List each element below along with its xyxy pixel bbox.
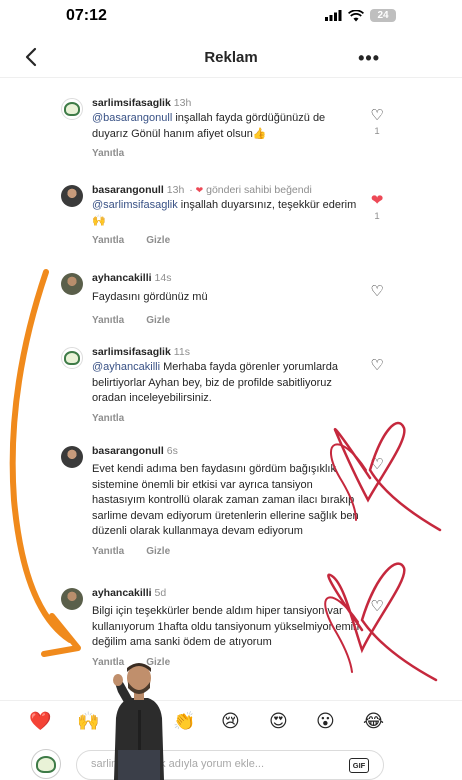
emoji-reaction-bar: ❤️ 🙌 🔥 👏 😢 😍 😮 😂 (0, 700, 462, 740)
comment-body: sarlimsifasaglik 13h @basarangonull inşal… (92, 96, 362, 159)
comment-header: ayhancakilli 5d (92, 586, 362, 600)
heart-icon[interactable]: ♡ (368, 457, 386, 473)
heart-icon[interactable]: ❤ (368, 193, 386, 209)
comment-actions: Yanıtla Gizle (92, 235, 362, 246)
emoji-surprised[interactable]: 😮 (316, 711, 335, 731)
nav-bar: Reklam ••• (0, 38, 462, 78)
battery-icon: 24 (370, 9, 396, 22)
comment-username[interactable]: sarlimsifasaglik (92, 97, 171, 109)
comment-text-content: Faydasını gördünüz mü (92, 291, 208, 303)
comment-like: ♡ (368, 284, 386, 300)
comment-actions: Yanıtla (92, 413, 362, 424)
comment-text: Faydasını gördünüz mü (92, 290, 362, 306)
comment-username[interactable]: ayhancakilli (92, 587, 152, 599)
more-horizontal-icon[interactable]: ••• (358, 48, 380, 69)
comment-time: 13h (166, 184, 185, 196)
heart-icon: ❤ (195, 185, 204, 195)
comment-mention[interactable]: @sarlimsifasaglik (92, 199, 178, 211)
reply-button[interactable]: Yanıtla (92, 413, 124, 424)
comment-body: sarlimsifasaglik 11s @ayhancakilli Merhab… (92, 345, 362, 424)
comment-username[interactable]: basarangonull (92, 184, 164, 196)
reply-button[interactable]: Yanıtla (92, 235, 124, 246)
emoji-heart[interactable]: ❤️ (29, 711, 51, 731)
signal-icon (325, 10, 342, 21)
comment-header: basarangonull 6s (92, 444, 362, 458)
heart-icon[interactable]: ♡ (368, 108, 386, 124)
avatar (31, 749, 61, 779)
comment-text: Evet kendi adıma ben faydasını gördüm ba… (92, 462, 362, 540)
heart-icon[interactable]: ♡ (368, 358, 386, 374)
comment-actions: Yanıtla Gizle (92, 546, 362, 557)
status-time: 07:12 (66, 7, 107, 24)
emoji-clap[interactable]: 👏 (173, 711, 195, 731)
comment-composer: GIF (0, 742, 462, 780)
comment-time: 5d (154, 587, 167, 599)
comment-username[interactable]: basarangonull (92, 445, 164, 457)
presenter-image (113, 663, 164, 780)
heart-icon[interactable]: ♡ (368, 599, 386, 615)
comment-like: ♡ 1 (368, 108, 386, 138)
comment-body: ayhancakilli 5d Bilgi için teşekkürler be… (92, 586, 362, 668)
wifi-icon (348, 9, 364, 21)
comment-text: @sarlimsifasaglik inşallah duyarsınız, t… (92, 198, 362, 229)
avatar[interactable] (61, 347, 83, 369)
comment-actions: Yanıtla (92, 148, 362, 159)
comment-username[interactable]: sarlimsifasaglik (92, 346, 171, 358)
author-liked-text: gönderi sahibi beğendi (206, 184, 312, 196)
comment-actions: Yanıtla Gizle (92, 315, 362, 326)
comment-text: @basarangonull inşallah fayda gördüğünüz… (92, 111, 362, 142)
comment-time: 11s (173, 346, 190, 358)
emoji-heart-eyes[interactable]: 😍 (269, 711, 288, 731)
avatar[interactable] (61, 446, 83, 468)
comment-text: Bilgi için teşekkürler bende aldım hiper… (92, 604, 362, 651)
hide-button[interactable]: Gizle (146, 546, 170, 557)
emoji-crying[interactable]: 😢 (221, 711, 240, 731)
heart-icon[interactable]: ♡ (368, 284, 386, 300)
emoji-raised-hands[interactable]: 🙌 (77, 711, 99, 731)
like-count: 1 (374, 211, 380, 222)
comment-like: ♡ (368, 599, 386, 615)
reply-button[interactable]: Yanıtla (92, 546, 124, 557)
comment-mention[interactable]: @ayhancakilli (92, 361, 160, 373)
gif-button[interactable]: GIF (349, 758, 369, 773)
status-bar: 07:12 24 (0, 0, 462, 34)
comment-text-content: Bilgi için teşekkürler bende aldım hiper… (92, 605, 360, 648)
comment-time: 14s (154, 272, 172, 284)
comment-mention[interactable]: @basarangonull (92, 112, 172, 124)
comment-time: 13h (173, 97, 192, 109)
reply-button[interactable]: Yanıtla (92, 315, 124, 326)
avatar[interactable] (61, 98, 83, 120)
comment-header: ayhancakilli 14s (92, 271, 362, 285)
emoji-laughing[interactable]: 😂 (363, 711, 384, 731)
comment-time: 6s (166, 445, 178, 457)
comment-body: basarangonull 6s Evet kendi adıma ben fay… (92, 444, 362, 557)
comment-body: basarangonull 13h · ❤ gönderi sahibi beğe… (92, 183, 362, 246)
comment-like: ♡ (368, 457, 386, 473)
reply-button[interactable]: Yanıtla (92, 148, 124, 159)
comment-username[interactable]: ayhancakilli (92, 272, 152, 284)
avatar[interactable] (61, 588, 83, 610)
hide-button[interactable]: Gizle (146, 235, 170, 246)
comment-header: sarlimsifasaglik 13h (92, 96, 362, 110)
comment-like: ❤ 1 (368, 193, 386, 223)
hide-button[interactable]: Gizle (146, 315, 170, 326)
comment-body: ayhancakilli 14s Faydasını gördünüz mü Ya… (92, 271, 362, 326)
comment-header: basarangonull 13h · ❤ gönderi sahibi beğe… (92, 183, 362, 197)
like-count: 1 (374, 126, 380, 137)
comment-text-content: Evet kendi adıma ben faydasını gördüm ba… (92, 463, 359, 537)
comment-like: ♡ (368, 358, 386, 374)
page-title: Reklam (204, 49, 258, 66)
author-liked-badge: · ❤ gönderi sahibi beğendi (186, 184, 312, 196)
avatar[interactable] (61, 273, 83, 295)
status-icons: 24 (325, 9, 396, 22)
comment-text: @ayhancakilli Merhaba fayda görenler yor… (92, 360, 362, 407)
comment-header: sarlimsifasaglik 11s (92, 345, 362, 359)
avatar[interactable] (61, 185, 83, 207)
